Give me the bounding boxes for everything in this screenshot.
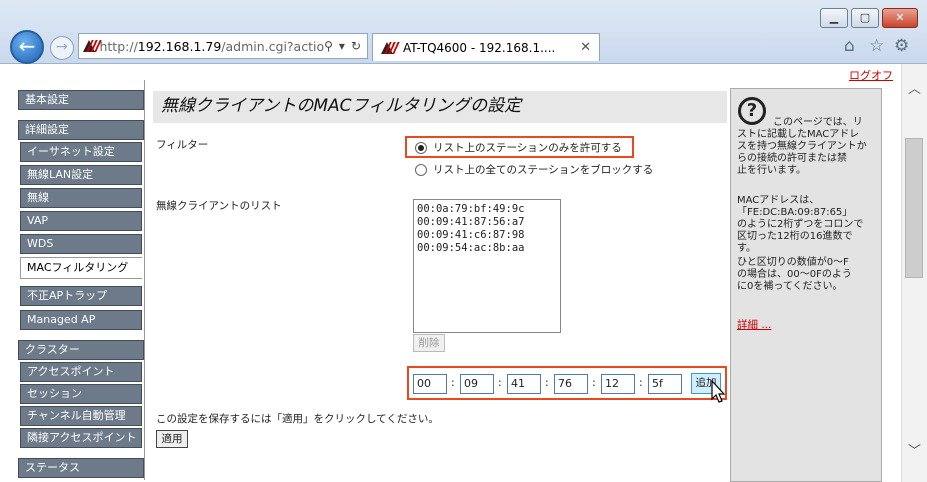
address-url: http://192.168.1.79/admin.cgi?actio [99,38,325,54]
sidebar-item-channel-management[interactable]: チャンネル自動管理 [20,406,142,426]
sidebar-item-vap[interactable]: VAP [20,211,142,231]
scroll-thumb[interactable] [905,138,923,278]
radio-allow-circle[interactable] [415,141,427,154]
help-text: 止を行います。 [737,165,806,176]
mac-address-list[interactable]: 00:0a:79:bf:49:9c 00:09:41:87:56:a7 00:0… [413,199,561,333]
forward-arrow-icon[interactable]: → [50,36,74,60]
sidebar-item-advanced[interactable]: 詳細設定 [18,120,144,140]
sidebar-item-managed-ap[interactable]: Managed AP [20,310,142,330]
radio-allow-listed[interactable]: リスト上のステーションのみを許可する [415,140,622,155]
delete-button[interactable]: 削除 [413,334,445,352]
list-item[interactable]: 00:09:41:c6:87:98 [417,229,557,242]
sidebar-item-radio[interactable]: 無線 [20,188,142,208]
apply-button[interactable]: 適用 [156,430,188,448]
mac-octet-5-input[interactable]: 12 [601,374,635,394]
help-text: のように2桁ずつをコロンで [737,219,864,230]
browser-tab[interactable]: AT-TQ4600 - 192.168.1.... ✕ [372,33,600,61]
sidebar-item-access-points[interactable]: アクセスポイント [20,362,142,382]
save-note: この設定を保存するには「適用」をクリックしてください。 [156,413,439,425]
help-panel: ? このページでは、リ ストに記載したMACアドレ スを持つ無線クライアントか … [730,88,882,482]
scroll-down-icon[interactable]: ﹀ [908,440,921,459]
refresh-icon[interactable]: ↻ [351,39,361,53]
logoff-link[interactable]: ログオフ [849,67,893,83]
sidebar-item-ethernet[interactable]: イーサネット設定 [20,142,142,162]
colon-separator: : [451,376,455,389]
sidebar-item-wlan[interactable]: 無線LAN設定 [20,165,142,185]
tab-close-icon[interactable]: ✕ [580,40,591,55]
colon-separator: : [498,376,502,389]
dropdown-icon[interactable]: ▾ [339,39,345,53]
sidebar-item-neighboring-ap[interactable]: 隣接アクセスポイント [20,428,142,448]
scroll-up-icon[interactable]: ︿ [908,78,921,97]
favorites-star-icon[interactable]: ☆ [869,36,884,56]
mac-octet-3-input[interactable]: 41 [507,374,541,394]
sidebar-item-sessions[interactable]: セッション [20,384,142,404]
web-page: ログオフ 基本設定 詳細設定 イーサネット設定 無線LAN設定 無線 VAP W… [8,64,901,482]
sidebar-item-rogue-ap[interactable]: 不正APトラップ [20,286,142,306]
sidebar: 基本設定 詳細設定 イーサネット設定 無線LAN設定 無線 VAP WDS MA… [16,80,144,482]
colon-separator: : [545,376,549,389]
browser-chrome: ▁ ▢ ✕ ← → http://192.168.1.79/admin.cgi?… [0,0,927,64]
help-text: 区切った12桁の16進数で [737,231,853,242]
radio-allow-label: リスト上のステーションのみを許可する [433,142,622,154]
sidebar-item-basic[interactable]: 基本設定 [18,90,144,110]
tab-logo-icon [381,41,397,54]
page-title: 無線クライアントのMACフィルタリングの設定 [153,91,727,123]
mac-octet-4-input[interactable]: 76 [554,374,588,394]
home-icon[interactable]: ⌂ [844,36,855,56]
list-item[interactable]: 00:09:41:87:56:a7 [417,216,557,229]
help-text: らの接続の許可または禁 [737,153,847,164]
address-bar[interactable]: http://192.168.1.79/admin.cgi?actio ⚲ ▾ … [78,33,368,59]
help-text: 「FE:DC:BA:09:87:65」 [737,207,853,218]
mac-octet-6-input[interactable]: 5f [648,374,682,394]
sidebar-item-mac-filtering[interactable]: MACフィルタリング [20,257,142,279]
colon-separator: : [592,376,596,389]
help-text: に0を補ってください。 [737,281,843,292]
list-item[interactable]: 00:09:54:ac:8b:aa [417,242,557,255]
help-text: スを持つ無線クライアントか [737,141,867,152]
sidebar-item-cluster[interactable]: クラスター [18,340,144,360]
mac-octet-2-input[interactable]: 09 [460,374,494,394]
radio-block-label: リスト上の全てのステーションをブロックする [433,164,654,176]
maximize-button[interactable]: ▢ [851,8,879,28]
mac-octet-1-input[interactable]: 00 [413,374,447,394]
back-arrow-icon[interactable]: ← [10,30,44,64]
vertical-scrollbar[interactable]: ︿ ﹀ [901,64,927,482]
colon-separator: : [639,376,643,389]
help-text: す。 [737,243,756,254]
client-list-label: 無線クライアントのリスト [156,200,282,212]
sidebar-item-status[interactable]: ステータス [18,458,144,478]
radio-block-listed[interactable]: リスト上の全てのステーションをブロックする [415,162,653,177]
sidebar-item-wds[interactable]: WDS [20,234,142,254]
help-question-icon: ? [738,97,766,125]
site-logo-icon [83,40,96,52]
search-icon[interactable]: ⚲ [324,39,333,53]
help-text: ひと区切りの数値が0～F [737,257,849,268]
filter-label: フィルター [156,139,209,151]
tab-title: AT-TQ4600 - 192.168.1.... [403,40,556,55]
gear-icon[interactable]: ⚙ [894,36,909,56]
main-content: 無線クライアントのMACフィルタリングの設定 フィルター リスト上のステーション… [144,80,730,480]
help-text: MACアドレスは、 [737,195,820,206]
help-text: ストに記載したMACアドレ [737,129,860,140]
close-window-button[interactable]: ✕ [882,8,918,28]
mouse-cursor-icon [711,380,726,403]
minimize-button[interactable]: ▁ [820,8,848,28]
radio-block-circle[interactable] [415,163,427,176]
list-item[interactable]: 00:0a:79:bf:49:9c [417,203,557,216]
help-text: このページでは、リ [773,117,863,128]
help-text: の場合は、00～0Fのよう [737,269,852,280]
help-more-link[interactable]: 詳細 ... [737,317,771,332]
